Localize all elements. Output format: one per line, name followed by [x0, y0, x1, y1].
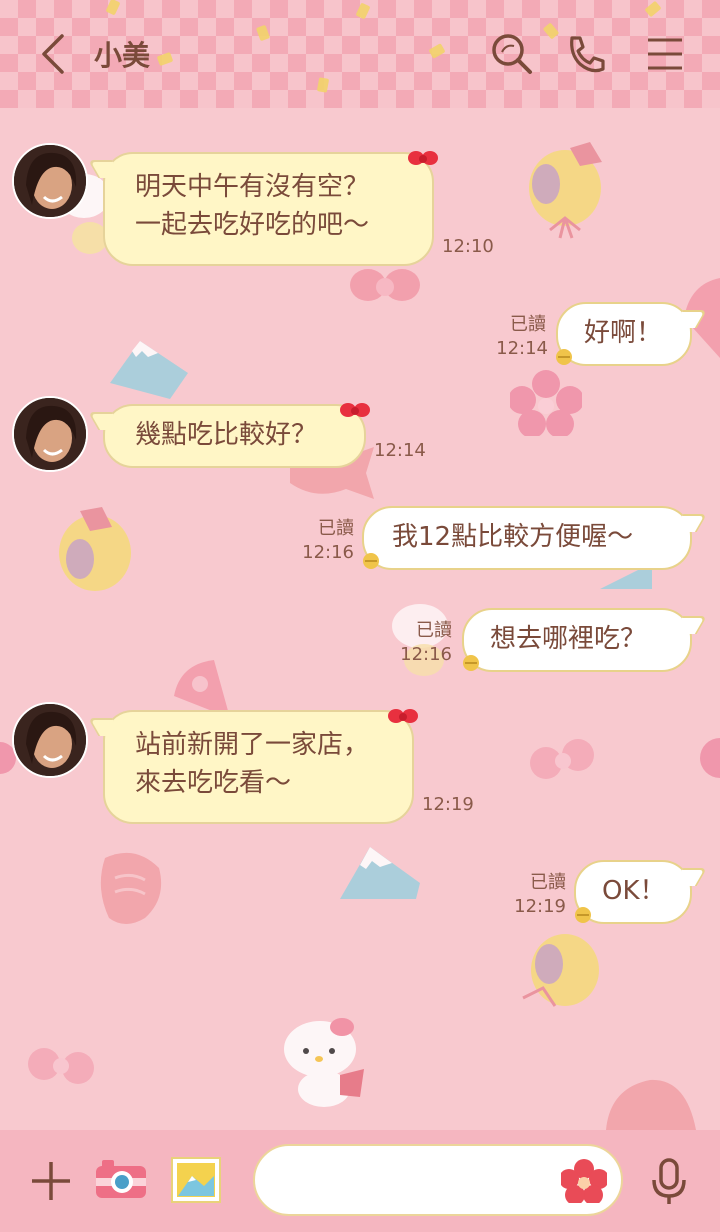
- chat-title: 小美: [94, 39, 151, 72]
- read-receipt: 已讀: [416, 620, 452, 641]
- message-time: 12:14: [374, 440, 426, 461]
- message-text: 想去哪裡吃？: [490, 624, 647, 654]
- mic-icon: [652, 1158, 686, 1204]
- plum-emoji-icon: [559, 1159, 609, 1205]
- mount-fuji-icon: [110, 341, 188, 399]
- message-bubble-outgoing[interactable]: 我12點比較方便喔～: [362, 506, 692, 570]
- lucky-mallet-icon: [522, 934, 599, 1007]
- confetti-decoration: [428, 43, 446, 59]
- avatar-photo-icon: [14, 145, 86, 217]
- plum-blossom-icon: [700, 738, 720, 778]
- back-button[interactable]: [34, 30, 74, 78]
- contact-avatar[interactable]: [12, 702, 88, 778]
- camera-icon: [96, 1160, 146, 1198]
- gold-bell-icon: [556, 349, 572, 365]
- message-time: 12:16: [302, 542, 354, 563]
- contact-avatar[interactable]: [12, 396, 88, 472]
- message-text: 站前新開了一家店， 來去吃吃看～: [135, 730, 370, 798]
- gold-bell-icon: [575, 907, 591, 923]
- message-text: 明天中午有沒有空？ 一起去吃好吃的吧～: [135, 172, 370, 240]
- plus-icon: [32, 1162, 70, 1200]
- hello-kitty-icon: [284, 1018, 364, 1107]
- voice-button[interactable]: [646, 1156, 692, 1206]
- confetti-decoration: [644, 0, 662, 18]
- message-text: 好啊！: [584, 318, 663, 348]
- message-text: 幾點吃比較好？: [135, 420, 318, 450]
- message-bubble-outgoing[interactable]: 想去哪裡吃？: [462, 608, 692, 672]
- red-bow-icon: [388, 709, 418, 723]
- read-receipt: 已讀: [510, 314, 546, 335]
- call-button[interactable]: [562, 30, 610, 78]
- emoji-button[interactable]: [559, 1159, 609, 1205]
- confetti-decoration: [542, 22, 560, 40]
- confetti-decoration: [156, 51, 174, 67]
- read-receipt: 已讀: [318, 518, 354, 539]
- confetti-decoration: [255, 24, 271, 42]
- message-time: 12:10: [442, 236, 494, 257]
- ribbon-bow-icon: [28, 1048, 94, 1084]
- message-text: 我12點比較方便喔～: [392, 522, 634, 552]
- add-button[interactable]: [28, 1158, 74, 1204]
- photo-icon: [171, 1157, 221, 1203]
- camera-button[interactable]: [94, 1156, 148, 1202]
- red-bow-icon: [408, 151, 438, 165]
- plum-blossom-icon: [510, 370, 582, 436]
- phone-icon: [570, 36, 605, 73]
- lucky-mallet-icon: [529, 142, 602, 239]
- message-bubble-incoming[interactable]: 明天中午有沒有空？ 一起去吃好吃的吧～: [103, 152, 434, 266]
- avatar-photo-icon: [14, 704, 86, 776]
- message-bubble-incoming[interactable]: 站前新開了一家店， 來去吃吃看～: [103, 710, 414, 824]
- search-button[interactable]: [488, 30, 536, 78]
- confetti-decoration: [105, 0, 121, 16]
- message-bubble-outgoing[interactable]: 好啊！: [556, 302, 692, 366]
- read-receipt: 已讀: [530, 872, 566, 893]
- chat-area[interactable]: 明天中午有沒有空？ 一起去吃好吃的吧～ 12:10 好啊！ 已讀 12:14 幾…: [0, 108, 720, 1130]
- message-time: 12:14: [496, 338, 548, 359]
- ribbon-bow-icon: [530, 739, 594, 779]
- gold-bell-icon: [363, 553, 379, 569]
- taiyaki-fish-icon: [606, 1079, 696, 1130]
- lucky-mallet-icon: [59, 507, 131, 591]
- message-text: OK！: [602, 876, 666, 906]
- message-bubble-incoming[interactable]: 幾點吃比較好？: [103, 404, 366, 468]
- back-arrow-icon: [42, 34, 64, 74]
- menu-icon: [648, 38, 682, 70]
- message-time: 12:19: [422, 794, 474, 815]
- input-bar: [0, 1130, 720, 1232]
- contact-avatar[interactable]: [12, 143, 88, 219]
- red-bow-icon: [340, 403, 370, 417]
- menu-button[interactable]: [642, 30, 690, 78]
- photo-button[interactable]: [170, 1154, 222, 1206]
- chat-header: 小美: [0, 0, 720, 108]
- search-icon: [492, 34, 532, 74]
- ribbon-bow-icon: [350, 269, 420, 301]
- mount-fuji-icon: [340, 847, 420, 899]
- gold-bell-icon: [463, 655, 479, 671]
- message-time: 12:19: [514, 896, 566, 917]
- message-time: 12:16: [400, 644, 452, 665]
- taiyaki-fish-icon: [100, 852, 162, 924]
- confetti-decoration: [316, 77, 330, 93]
- confetti-decoration: [355, 2, 371, 20]
- avatar-photo-icon: [14, 398, 86, 470]
